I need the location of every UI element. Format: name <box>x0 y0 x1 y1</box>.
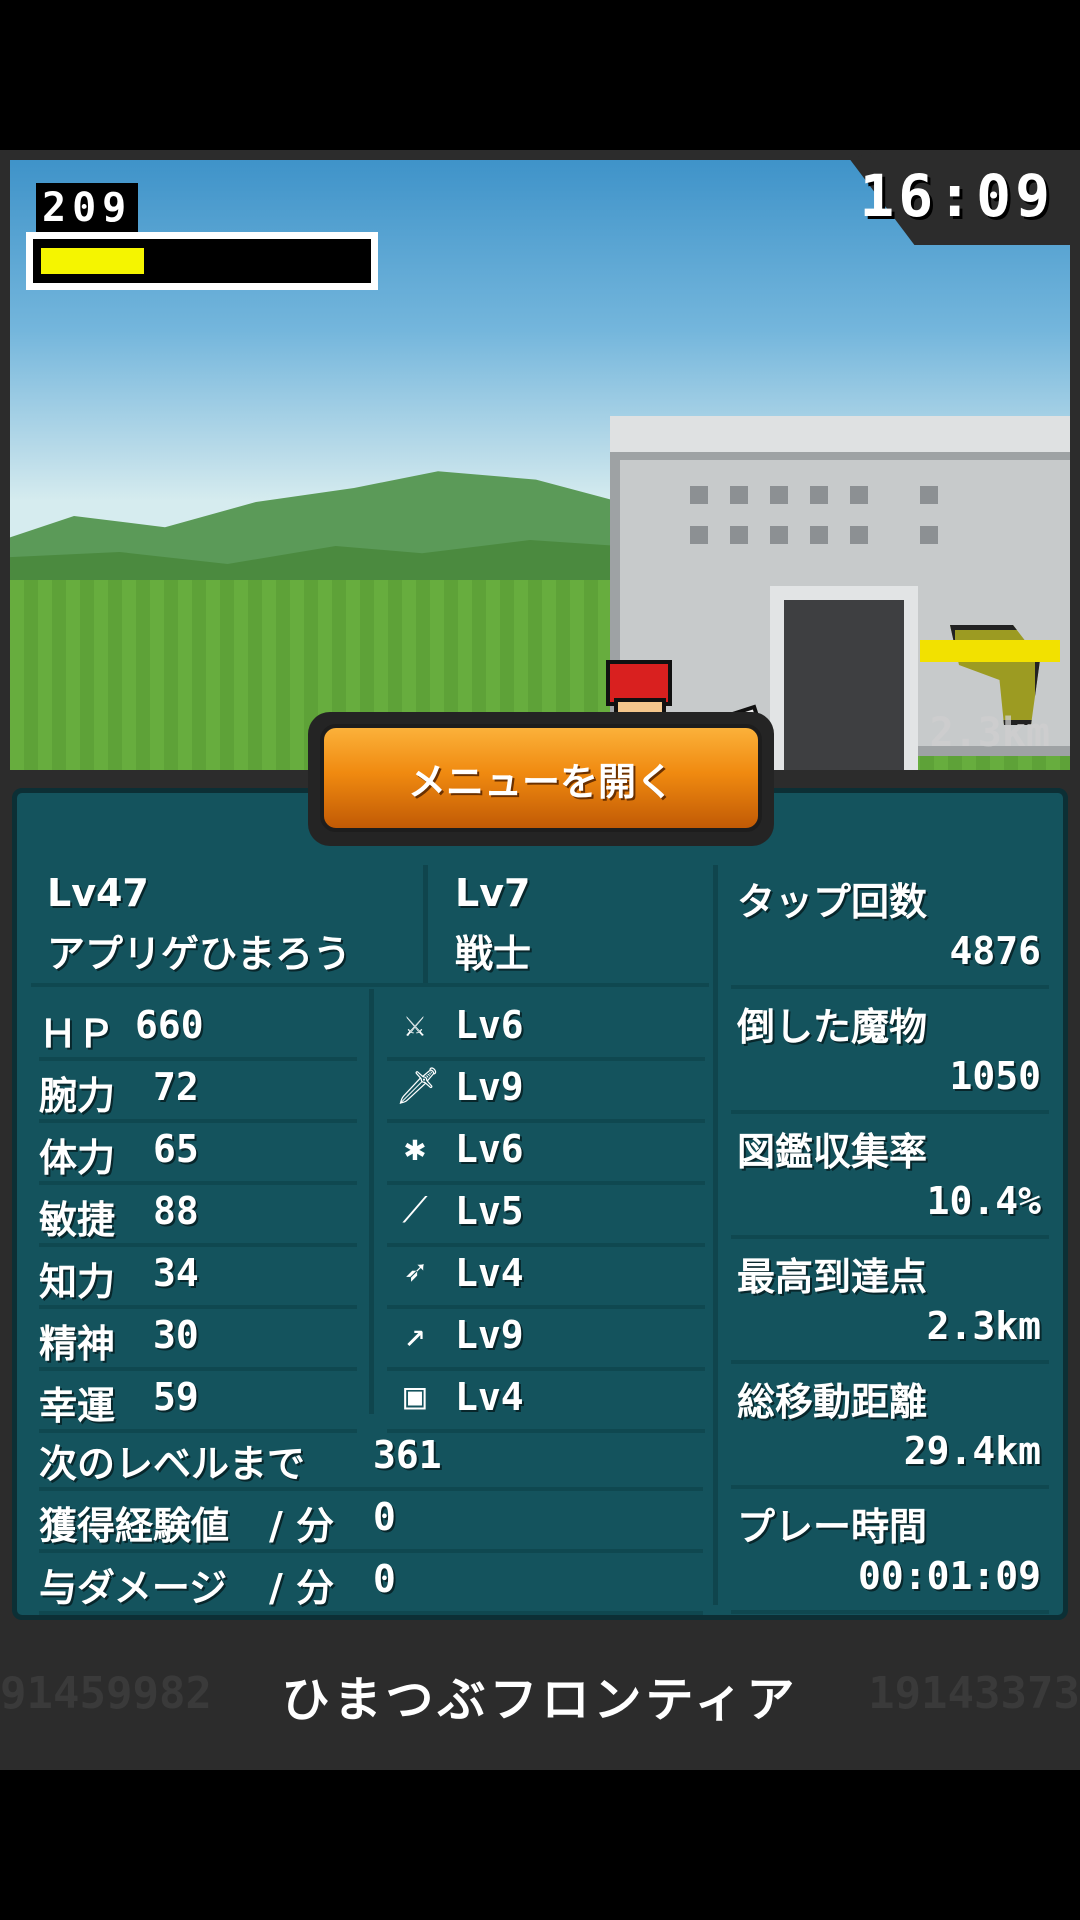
record-value: 10.4% <box>926 1179 1041 1223</box>
weapon-level: Lv9 <box>455 1313 524 1357</box>
weapon-level: Lv6 <box>455 1003 524 1047</box>
stat-value: 65 <box>153 1127 199 1171</box>
stat-value: 34 <box>153 1251 199 1295</box>
stat-row-divider <box>39 1057 357 1061</box>
sword-icon: ⚔ <box>404 1004 426 1045</box>
weapon-row-divider <box>387 1181 705 1185</box>
staff-icon: ↗ <box>404 1314 426 1355</box>
weapon-row-divider <box>387 1367 705 1371</box>
distance-readout: 2.3km <box>929 710 1050 756</box>
progress-value: 0 <box>373 1557 396 1601</box>
stat-value: 59 <box>153 1375 199 1419</box>
record-label: タップ回数 <box>737 880 928 924</box>
record-row-divider <box>731 1110 1049 1114</box>
stat-value: 660 <box>135 1003 204 1047</box>
stat-row-divider <box>39 1305 357 1309</box>
record-value: 00:01:09 <box>857 1554 1041 1598</box>
stat-label: 体力 <box>39 1136 116 1180</box>
job-name: 戦士 <box>455 932 532 976</box>
weapon-level: Lv9 <box>455 1065 524 1109</box>
temple-door <box>770 586 918 770</box>
record-label: 図鑑収集率 <box>737 1130 928 1174</box>
progress-value: 361 <box>373 1433 442 1477</box>
stat-row-divider <box>39 1243 357 1247</box>
weapon-row-divider <box>387 1119 705 1123</box>
stat-value: 72 <box>153 1065 199 1109</box>
weapon-row-divider <box>387 1243 705 1247</box>
character-name: アプリゲひまろう <box>47 932 352 976</box>
bow-icon: ➶ <box>404 1252 426 1293</box>
progress-row-divider <box>39 1611 703 1615</box>
claw-icon: ✱ <box>404 1128 426 1169</box>
record-label: プレー時間 <box>737 1505 928 1549</box>
weapon-level: Lv5 <box>455 1189 524 1233</box>
stat-label: 幸運 <box>39 1384 116 1428</box>
stat-value: 88 <box>153 1189 199 1233</box>
menu-button-frame: メニューを開く <box>308 712 774 846</box>
record-label: 総移動距離 <box>737 1380 928 1424</box>
spear-icon: ⟋ <box>402 1190 428 1231</box>
weapon-level: Lv6 <box>455 1127 524 1171</box>
record-label: 倒した魔物 <box>737 1005 928 1049</box>
hp-bar <box>26 232 378 290</box>
stat-row-divider <box>39 1367 357 1371</box>
stat-label: 腕力 <box>39 1074 116 1118</box>
progress-row-divider <box>39 1549 703 1553</box>
progress-row-divider <box>39 1487 703 1491</box>
stat-value: 30 <box>153 1313 199 1357</box>
record-value: 1050 <box>949 1054 1041 1098</box>
distance-progress-bar <box>920 640 1060 662</box>
progress-value: 0 <box>373 1495 396 1539</box>
record-value: 2.3km <box>926 1304 1041 1348</box>
stat-label: 知力 <box>39 1260 116 1304</box>
stat-label: ＨＰ <box>39 1012 116 1056</box>
dagger-icon: 🗡 <box>395 1066 441 1107</box>
record-row-divider <box>731 1235 1049 1239</box>
progress-per-unit: / 分 <box>269 1504 335 1548</box>
weapon-row-divider <box>387 1057 705 1061</box>
job-level: Lv7 <box>455 871 531 915</box>
status-panel: Lv47 アプリゲひまろう Lv7 戦士 ＨＰ 660 腕力 72 体力 65 敏捷 88 知力… <box>12 788 1068 1620</box>
weapon-level: Lv4 <box>455 1251 524 1295</box>
record-row-divider <box>731 985 1049 989</box>
book-icon: ▣ <box>404 1376 426 1417</box>
stat-row-divider <box>39 1181 357 1185</box>
record-label: 最高到達点 <box>737 1255 928 1299</box>
record-row-divider <box>731 1485 1049 1489</box>
character-level: Lv47 <box>47 871 149 915</box>
record-row-divider <box>731 1610 1049 1614</box>
progress-label: 与ダメージ <box>39 1566 228 1610</box>
progress-label: 次のレベルまで <box>39 1442 306 1486</box>
game-title: ひまつぶフロンティア <box>281 1672 799 1728</box>
stat-row-divider <box>39 1119 357 1123</box>
record-row-divider <box>731 1360 1049 1364</box>
stat-label: 敏捷 <box>39 1198 116 1242</box>
weapon-row-divider <box>387 1305 705 1309</box>
progress-label: 獲得経験値 <box>39 1504 230 1548</box>
weapon-level: Lv4 <box>455 1375 524 1419</box>
stat-label: 精神 <box>39 1322 116 1366</box>
hp-bar-fill <box>41 248 144 274</box>
progress-per-unit: / 分 <box>269 1566 335 1610</box>
hp-value: 209 <box>36 183 139 233</box>
open-menu-button[interactable]: メニューを開く <box>320 724 762 832</box>
record-value: 29.4km <box>903 1429 1041 1473</box>
stone-temple <box>610 416 1070 770</box>
game-timer: 16:09 <box>859 162 1054 230</box>
record-value: 4876 <box>949 929 1041 973</box>
